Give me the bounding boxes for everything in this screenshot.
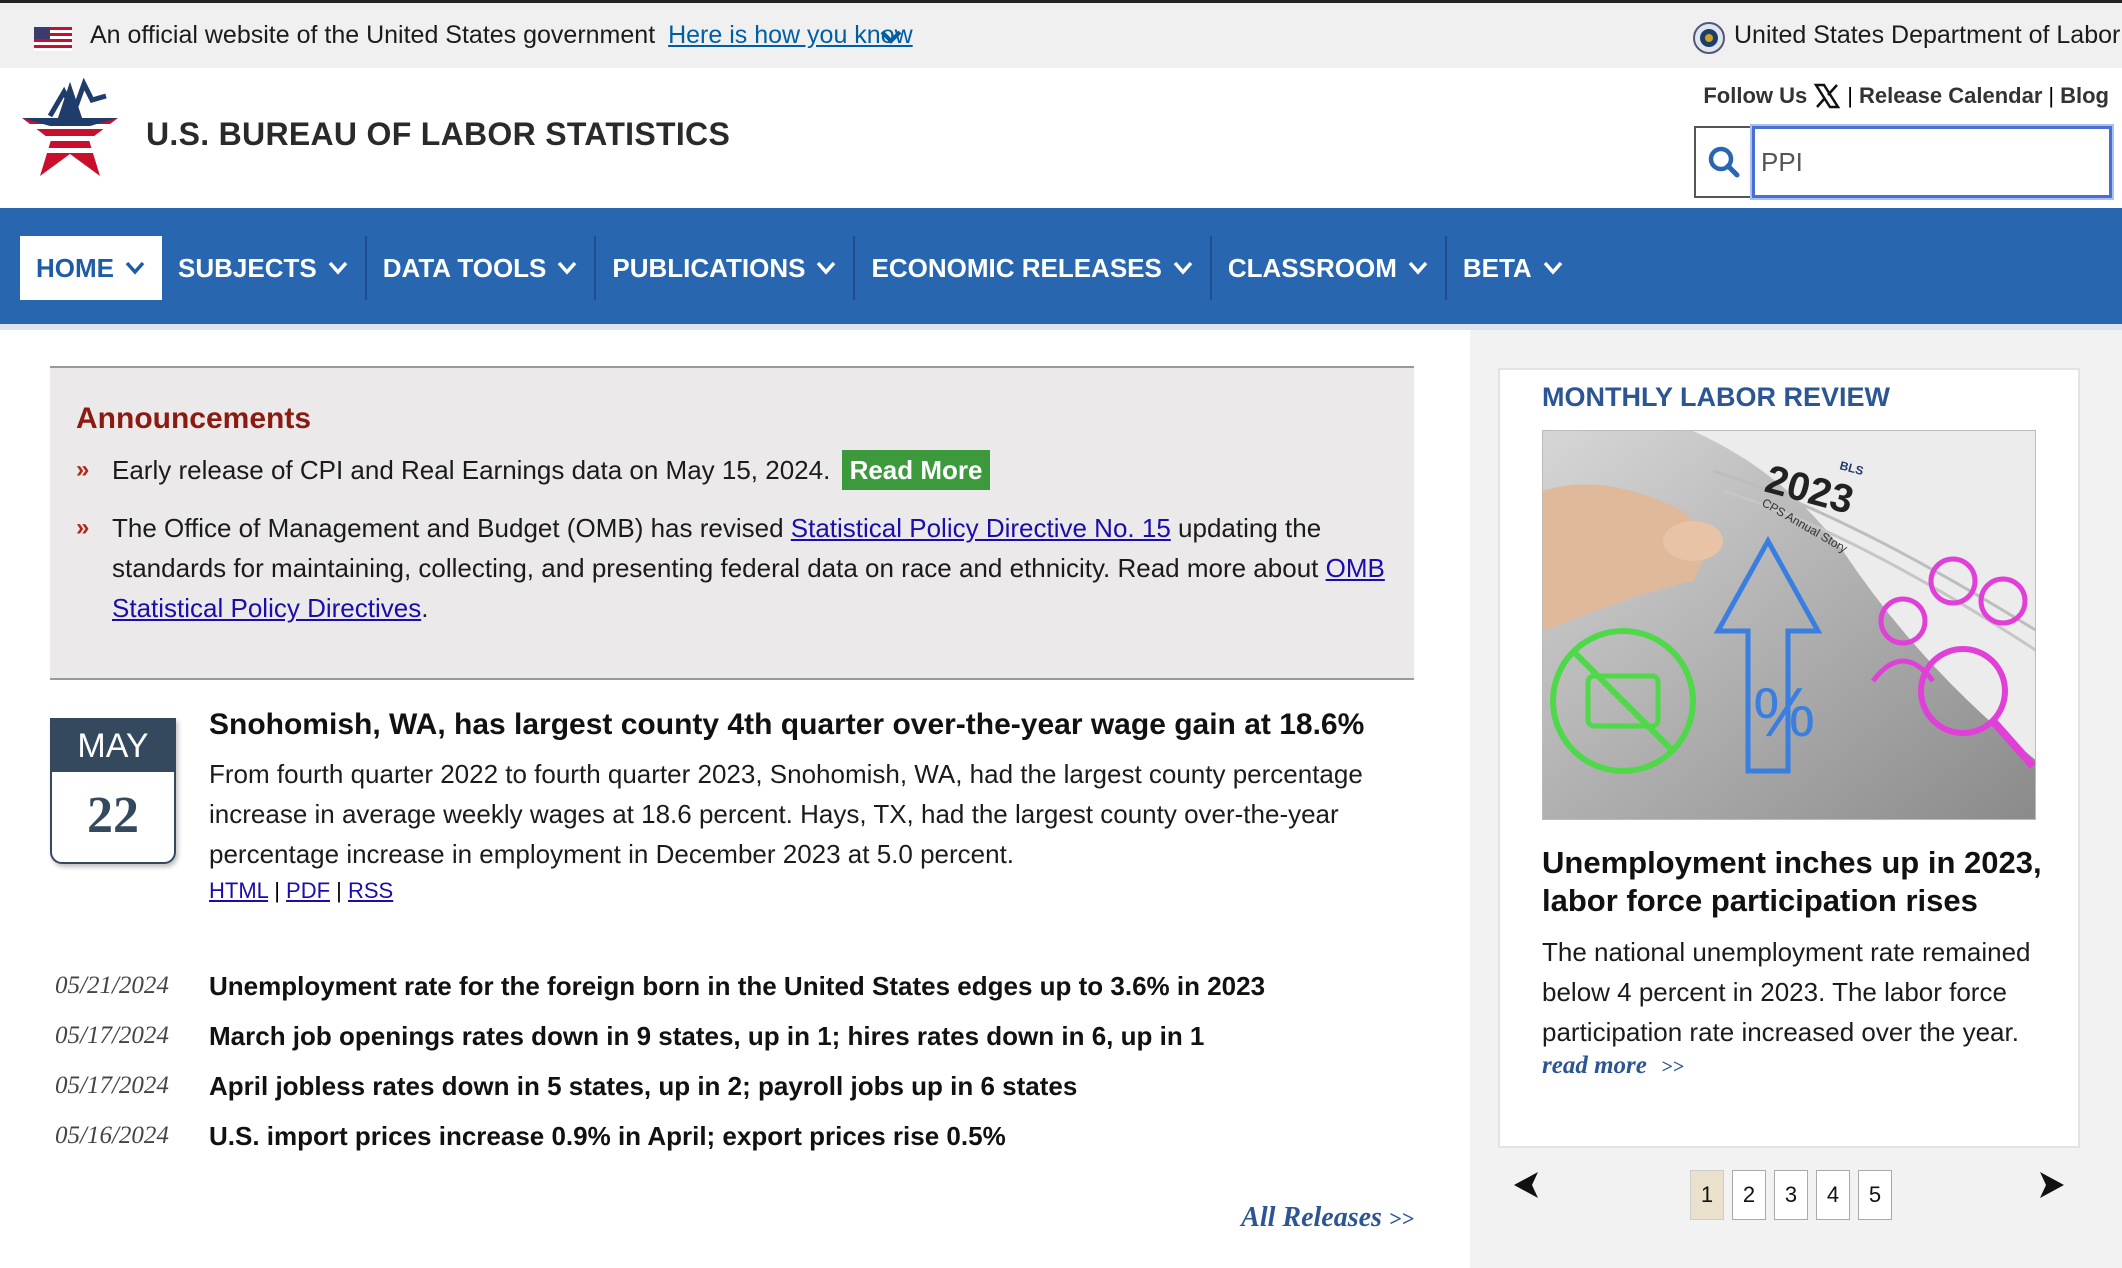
nav-beta-label: BETA bbox=[1462, 252, 1532, 283]
release-row: 05/17/2024 March job openings rates down… bbox=[55, 1016, 1204, 1056]
bullet-icon: » bbox=[76, 514, 90, 541]
html-link[interactable]: HTML bbox=[209, 878, 268, 903]
mlr-illustration: 2023 BLS CPS Annual Story % bbox=[1543, 431, 2035, 819]
calendar-month: MAY bbox=[52, 720, 174, 772]
announcement-text: The Office of Management and Budget (OMB… bbox=[112, 513, 784, 543]
blog-link[interactable]: Blog bbox=[2060, 83, 2109, 109]
release-title[interactable]: April jobless rates down in 5 states, up… bbox=[209, 1071, 1077, 1102]
search-icon[interactable] bbox=[1696, 128, 1752, 196]
page-button-5[interactable]: 5 bbox=[1858, 1170, 1892, 1220]
nav-economic-releases-label: ECONOMIC RELEASES bbox=[871, 252, 1162, 283]
mlr-feature-image[interactable]: 2023 BLS CPS Annual Story % bbox=[1542, 430, 2036, 820]
release-title[interactable]: March job openings rates down in 9 state… bbox=[209, 1021, 1204, 1052]
nav-subjects[interactable]: SUBJECTS bbox=[162, 236, 367, 300]
page-button-1[interactable]: 1 bbox=[1690, 1170, 1724, 1220]
separator: | bbox=[1847, 83, 1853, 108]
search-input[interactable] bbox=[1752, 126, 2112, 198]
read-more-button[interactable]: Read More bbox=[841, 450, 991, 490]
release-title[interactable]: Unemployment rate for the foreign born i… bbox=[209, 971, 1265, 1002]
release-date: 05/17/2024 bbox=[55, 1072, 169, 1099]
nav-classroom-label: CLASSROOM bbox=[1227, 252, 1397, 283]
chevron-down-icon bbox=[1408, 261, 1428, 275]
main-nav: HOME SUBJECTS DATA TOOLS PUBLICATIONS EC… bbox=[0, 208, 2122, 330]
nav-publications-label: PUBLICATIONS bbox=[612, 252, 806, 283]
release-row: 05/17/2024 April jobless rates down in 5… bbox=[55, 1066, 1077, 1106]
main-content: Announcements » Early release of CPI and… bbox=[0, 330, 1470, 1268]
bullet-icon: » bbox=[76, 456, 90, 483]
site-header: U.S. BUREAU OF LABOR STATISTICS Follow U… bbox=[0, 68, 2122, 208]
mlr-read-more-link[interactable]: read more >> bbox=[1542, 1052, 1684, 1080]
release-row: 05/16/2024 U.S. import prices increase 0… bbox=[55, 1116, 1006, 1156]
chevron-down-icon[interactable] bbox=[878, 25, 904, 49]
official-site-text: An official website of the United States… bbox=[90, 21, 656, 49]
next-arrow-icon[interactable] bbox=[2036, 1168, 2068, 1202]
release-date: 05/17/2024 bbox=[55, 1022, 169, 1049]
page-button-4[interactable]: 4 bbox=[1816, 1170, 1850, 1220]
date-calendar-icon: MAY 22 bbox=[50, 718, 176, 864]
directive-15-link[interactable]: Statistical Policy Directive No. 15 bbox=[791, 513, 1171, 543]
nav-home[interactable]: HOME bbox=[20, 236, 162, 300]
chevron-down-icon bbox=[1543, 261, 1563, 275]
page-button-2[interactable]: 2 bbox=[1732, 1170, 1766, 1220]
mlr-card: MONTHLY LABOR REVIEW 2023 BLS CPS Annual… bbox=[1498, 368, 2080, 1148]
gov-banner: An official website of the United States… bbox=[0, 0, 2122, 68]
nav-home-label: HOME bbox=[36, 252, 114, 283]
announcement-text-end: . bbox=[421, 593, 429, 623]
nav-data-tools-label: DATA TOOLS bbox=[382, 252, 547, 283]
prev-arrow-icon[interactable] bbox=[1510, 1168, 1542, 1202]
all-releases-label: All Releases bbox=[1241, 1202, 1382, 1233]
separator: | bbox=[2048, 83, 2055, 108]
announcements-box: Announcements » Early release of CPI and… bbox=[50, 366, 1414, 680]
us-flag-icon bbox=[34, 27, 72, 51]
pdf-link[interactable]: PDF bbox=[286, 878, 330, 903]
follow-us-label: Follow Us bbox=[1703, 83, 1808, 108]
chevron-down-icon bbox=[328, 261, 348, 275]
double-arrow-icon: >> bbox=[1661, 1056, 1684, 1078]
x-social-icon[interactable] bbox=[1813, 82, 1841, 110]
release-date: 05/21/2024 bbox=[55, 972, 169, 999]
release-row: 05/21/2024 Unemployment rate for the for… bbox=[55, 966, 1265, 1006]
page-button-3[interactable]: 3 bbox=[1774, 1170, 1808, 1220]
all-releases-link[interactable]: All Releases >> bbox=[1241, 1202, 1414, 1234]
chevron-down-icon bbox=[125, 261, 145, 275]
mlr-description: The national unemployment rate remained … bbox=[1542, 937, 2031, 1047]
chevron-down-icon bbox=[1173, 261, 1193, 275]
nav-economic-releases[interactable]: ECONOMIC RELEASES bbox=[855, 236, 1212, 300]
feature-links: HTML | PDF | RSS bbox=[209, 878, 394, 903]
calendar-day: 22 bbox=[87, 787, 139, 844]
dol-seal-icon bbox=[1693, 22, 1725, 54]
nav-beta[interactable]: BETA bbox=[1447, 236, 1580, 300]
release-date: 05/16/2024 bbox=[55, 1122, 169, 1149]
release-title[interactable]: U.S. import prices increase 0.9% in Apri… bbox=[209, 1121, 1006, 1152]
mlr-title[interactable]: MONTHLY LABOR REVIEW bbox=[1542, 382, 1890, 413]
sidebar: MONTHLY LABOR REVIEW 2023 BLS CPS Annual… bbox=[1470, 330, 2122, 1268]
feature-description: From fourth quarter 2022 to fourth quart… bbox=[209, 759, 1363, 869]
announcements-title: Announcements bbox=[76, 402, 312, 435]
announcement-item: » Early release of CPI and Real Earnings… bbox=[76, 450, 1402, 490]
chevron-down-icon bbox=[558, 261, 577, 275]
dol-link[interactable]: United States Department of Labor bbox=[1734, 21, 2120, 50]
carousel-pager: 1 2 3 4 5 bbox=[1690, 1170, 1892, 1220]
search-box bbox=[1694, 126, 2112, 198]
feature-title[interactable]: Snohomish, WA, has largest county 4th qu… bbox=[209, 708, 1364, 742]
double-arrow-icon: >> bbox=[1388, 1206, 1414, 1231]
site-title[interactable]: U.S. BUREAU OF LABOR STATISTICS bbox=[146, 116, 730, 153]
percent-glyph: % bbox=[1753, 673, 1815, 751]
nav-classroom[interactable]: CLASSROOM bbox=[1212, 236, 1447, 300]
announcement-text: Early release of CPI and Real Earnings d… bbox=[112, 455, 831, 485]
announcement-item: » The Office of Management and Budget (O… bbox=[76, 508, 1402, 628]
release-calendar-link[interactable]: Release Calendar bbox=[1859, 83, 2042, 109]
nav-subjects-label: SUBJECTS bbox=[178, 252, 317, 283]
nav-publications[interactable]: PUBLICATIONS bbox=[596, 236, 856, 300]
utility-links: Follow Us | Release Calendar | Blog bbox=[1703, 82, 2109, 110]
bls-logo-icon[interactable] bbox=[20, 78, 120, 188]
chevron-down-icon bbox=[817, 261, 836, 275]
read-more-label: read more bbox=[1542, 1052, 1647, 1079]
rss-link[interactable]: RSS bbox=[348, 878, 393, 903]
nav-data-tools[interactable]: DATA TOOLS bbox=[367, 236, 597, 300]
gov-banner-text: An official website of the United States… bbox=[90, 21, 913, 50]
how-you-know-link[interactable]: Here is how you know bbox=[668, 21, 913, 49]
mlr-headline[interactable]: Unemployment inches up in 2023, labor fo… bbox=[1542, 844, 2062, 920]
